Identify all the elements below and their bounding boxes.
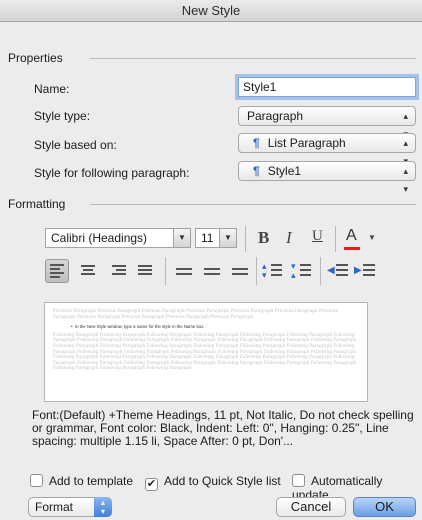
font-color-button[interactable]: A ▼ <box>343 226 377 252</box>
toolbar-separator <box>320 257 321 285</box>
toolbar-separator <box>165 257 166 285</box>
properties-divider <box>90 58 416 59</box>
formatting-divider <box>90 204 416 205</box>
italic-button[interactable]: I <box>286 228 292 248</box>
add-to-quick-style-checkbox[interactable]: ✔ <box>145 478 158 491</box>
font-size-combo[interactable]: 11 ▼ <box>195 228 237 248</box>
name-input[interactable]: Style1 <box>238 77 416 97</box>
chevron-down-icon[interactable]: ▼ <box>173 229 190 247</box>
style-description: Font:(Default) +Theme Headings, 11 pt, N… <box>32 408 414 448</box>
align-left-icon[interactable] <box>45 259 69 283</box>
pilcrow-icon: ¶ <box>253 164 260 178</box>
add-to-template-checkbox[interactable] <box>30 474 43 487</box>
format-popup-button[interactable]: Format ▴ ▾ <box>28 497 112 517</box>
name-label: Name: <box>34 82 70 96</box>
dialog-title: New Style <box>0 0 422 22</box>
style-preview: Previous Paragraph Previous Paragraph Pr… <box>44 302 368 402</box>
style-based-on-label: Style based on: <box>34 138 117 152</box>
font-color-swatch <box>344 247 360 250</box>
style-based-on-select[interactable]: ¶List Paragraph ▴▾ <box>238 133 416 166</box>
following-style-value: Style1 <box>267 164 302 178</box>
chevron-updown-icon: ▴▾ <box>403 166 408 194</box>
style-based-on-value: List Paragraph <box>267 136 346 150</box>
one-half-spacing-icon[interactable] <box>204 266 222 284</box>
font-name-value: Calibri (Headings) <box>51 231 148 245</box>
formatting-section-title: Formatting <box>8 197 66 211</box>
add-to-template-label: Add to template <box>49 474 134 488</box>
align-right-icon[interactable] <box>110 263 126 281</box>
chevron-down-icon[interactable]: ▼ <box>219 229 236 247</box>
add-to-template-option[interactable]: Add to template <box>30 474 133 488</box>
following-style-select[interactable]: ¶ Style1 ▴ ▾ <box>238 161 416 194</box>
underline-button[interactable]: U <box>312 228 323 245</box>
single-spacing-icon[interactable] <box>176 266 194 284</box>
automatically-update-checkbox[interactable] <box>292 474 305 487</box>
font-color-letter: A <box>346 227 357 244</box>
new-style-dialog: New Style Properties Name: Style1 Style … <box>0 0 422 520</box>
toolbar-separator <box>245 226 246 252</box>
cancel-button[interactable]: Cancel <box>276 497 346 517</box>
chevron-down-icon: ▼ <box>368 233 376 242</box>
ok-button[interactable]: OK <box>353 497 416 517</box>
add-to-quick-style-label: Add to Quick Style list <box>164 474 281 488</box>
properties-section-title: Properties <box>8 51 63 65</box>
pilcrow-icon: ¶ <box>253 136 260 150</box>
align-center-icon[interactable] <box>80 263 96 281</box>
decrease-indent-icon[interactable]: ◀ <box>327 262 349 282</box>
add-to-quick-style-option[interactable]: ✔ Add to Quick Style list <box>145 474 281 491</box>
decrease-paragraph-spacing-icon[interactable]: ▾ ▴ <box>291 262 313 282</box>
style-type-select[interactable]: Paragraph ▴▾ <box>238 106 416 139</box>
justify-icon[interactable] <box>138 263 154 281</box>
toolbar-separator <box>256 257 257 285</box>
font-size-value: 11 <box>201 231 214 245</box>
double-spacing-icon[interactable] <box>232 266 250 284</box>
style-type-label: Style type: <box>34 109 91 123</box>
preview-sample-text: In the New Style window, type a name for… <box>74 324 205 330</box>
chevron-updown-icon: ▴▾ <box>94 497 112 517</box>
format-button-label: Format <box>35 500 74 514</box>
preview-previous-paragraph: Previous Paragraph Previous Paragraph Pr… <box>53 309 338 320</box>
increase-paragraph-spacing-icon[interactable]: ▴ ▾ <box>262 262 284 282</box>
following-style-label: Style for following paragraph: <box>34 166 190 180</box>
preview-following-paragraph: Following Paragraph Following Paragraph … <box>53 332 357 372</box>
preview-sample-paragraph: • In the New Style window, type a name f… <box>71 324 205 330</box>
bold-button[interactable]: B <box>258 228 269 248</box>
style-type-value: Paragraph <box>247 109 304 123</box>
toolbar-separator <box>335 226 336 252</box>
increase-indent-icon[interactable]: ▶ <box>354 262 376 282</box>
font-name-combo[interactable]: Calibri (Headings) ▼ <box>45 228 191 248</box>
